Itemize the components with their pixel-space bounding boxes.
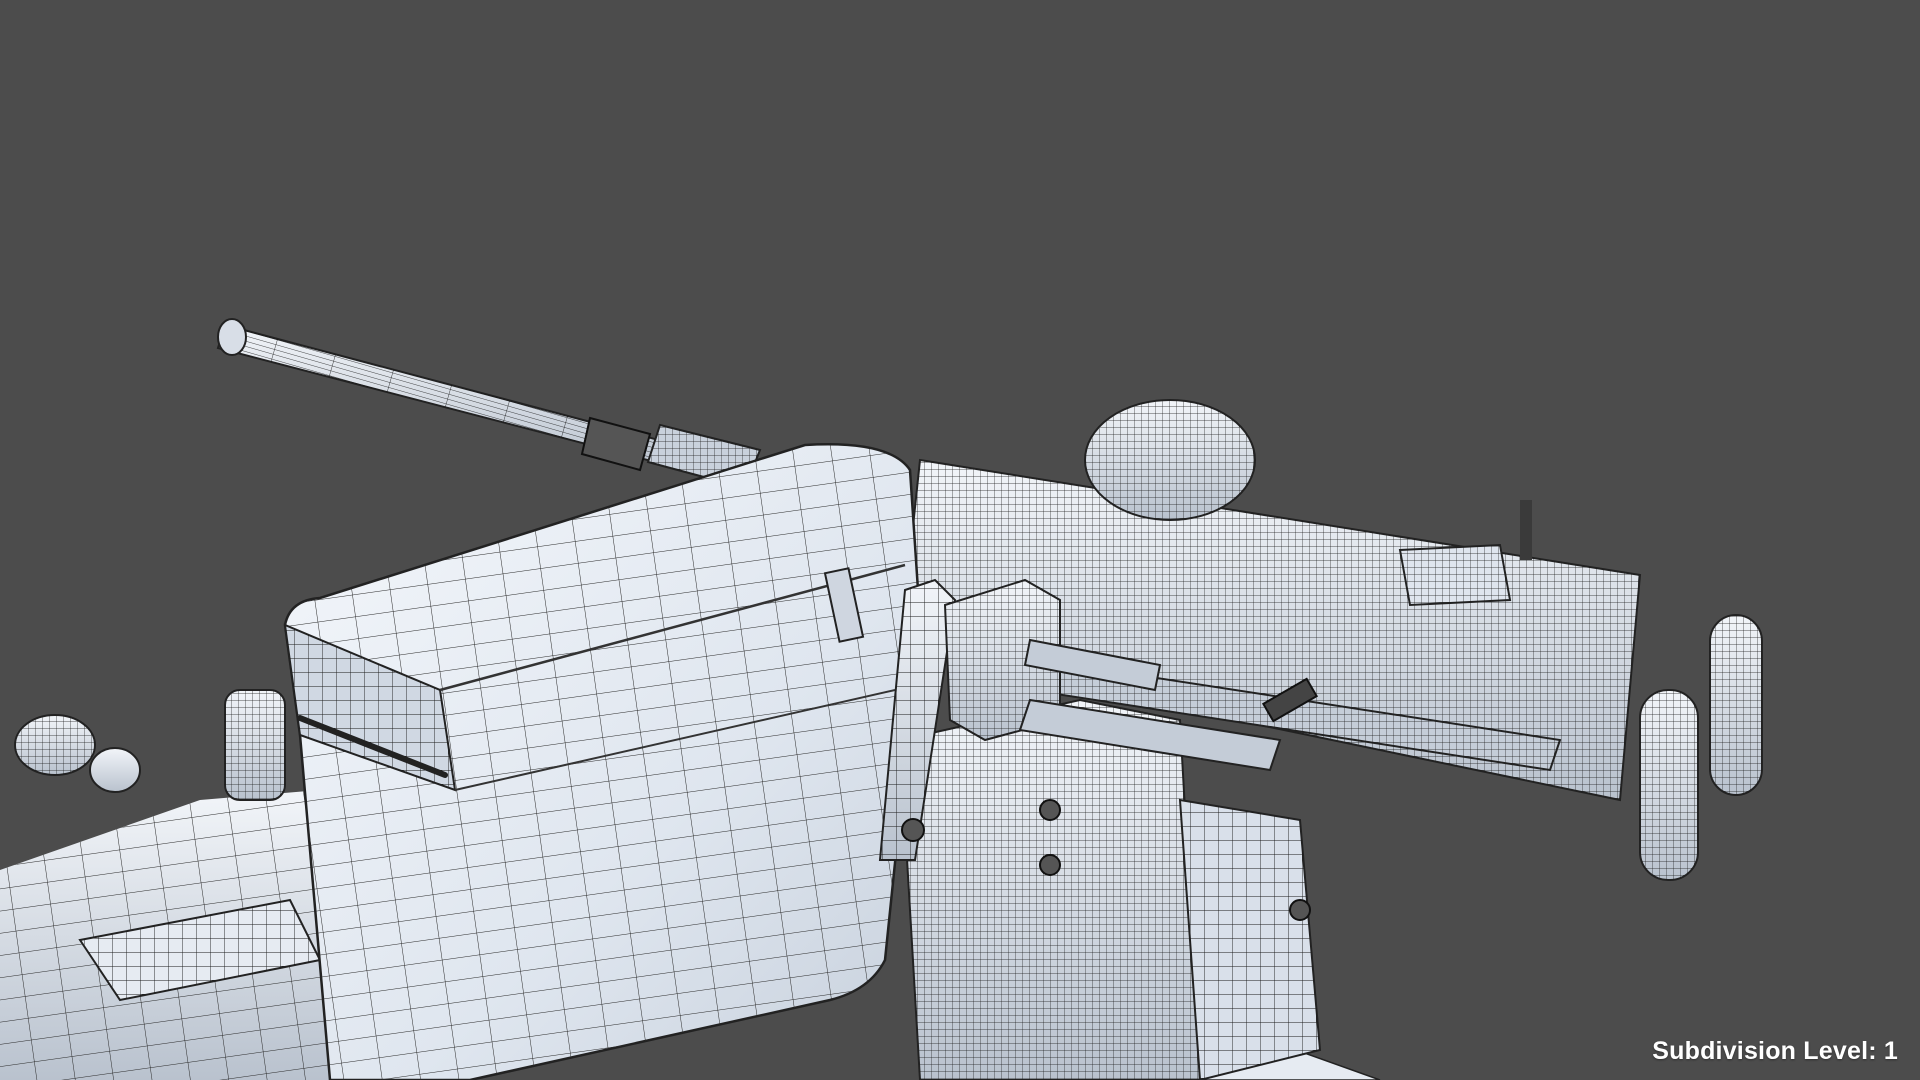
rear-grips [1639, 614, 1763, 881]
3d-viewport[interactable]: Subdivision Level: 1 [0, 0, 1920, 1080]
ammo-box [283, 443, 922, 1080]
wireframe-render [0, 318, 1763, 1080]
subdivision-level-label: Subdivision Level: 1 [1652, 1037, 1898, 1065]
barrel [216, 318, 762, 490]
left-mechanism [14, 689, 286, 801]
